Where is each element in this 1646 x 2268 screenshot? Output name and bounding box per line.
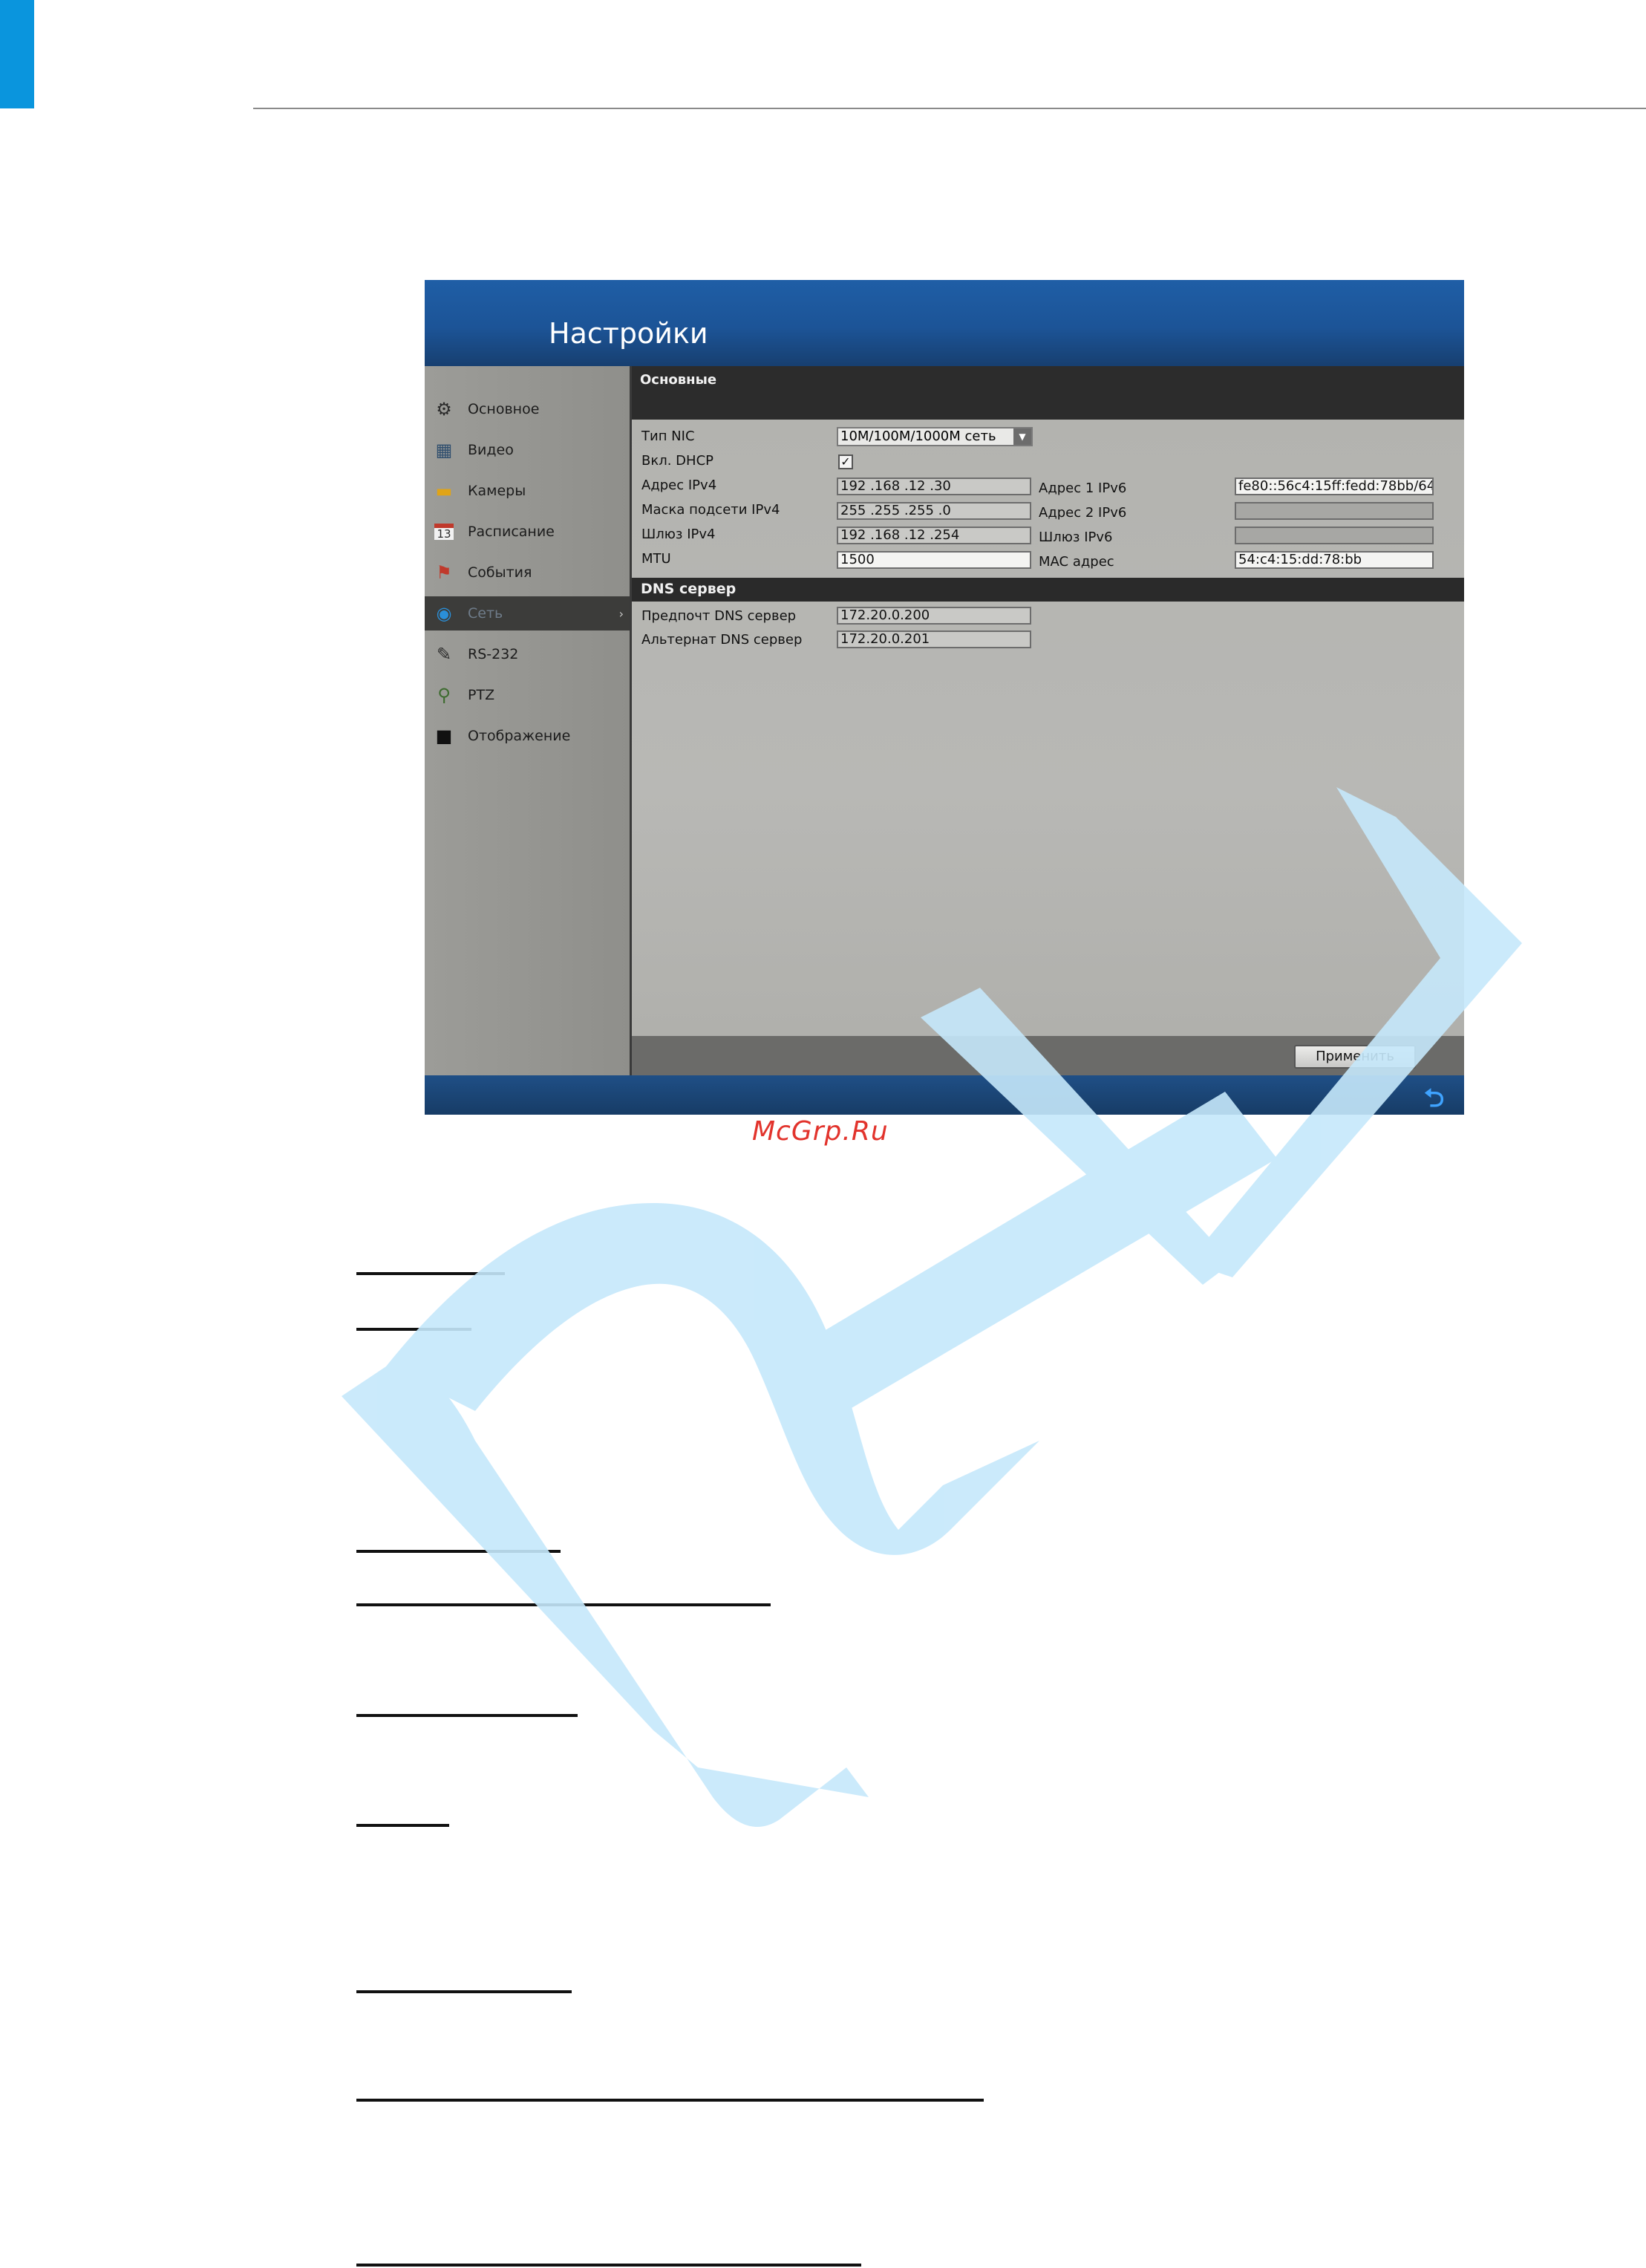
gateway-label: Шлюз IPv4	[641, 527, 716, 542]
sidebar-item-video[interactable]: ▦ Видео	[425, 433, 630, 467]
underline-rule	[356, 2264, 861, 2267]
ipv6-2-label: Адрес 2 IPv6	[1039, 505, 1127, 521]
calendar-icon: 13	[434, 524, 454, 541]
underline-rule	[356, 1272, 505, 1275]
sidebar-item-label: События	[468, 564, 532, 581]
underline-rule	[356, 1328, 471, 1331]
sidebar-item-label: Отображение	[468, 728, 571, 744]
ipv6-1-label: Адрес 1 IPv6	[1039, 480, 1127, 496]
sidebar-item-kamery[interactable]: ▬ Камеры	[425, 474, 630, 508]
ipv4-label: Адрес IPv4	[641, 478, 717, 493]
display-icon: ■	[435, 726, 453, 746]
dvr-settings-screenshot: Настройки ⚙ Основное ▦ Видео ▬ Камеры 13…	[425, 280, 1464, 1115]
screen-title: Настройки	[549, 317, 708, 350]
gateway-field[interactable]: 192 .168 .12 .254	[837, 527, 1031, 544]
ipv4-field[interactable]: 192 .168 .12 .30	[837, 478, 1031, 495]
sidebar-item-osnovnoe[interactable]: ⚙ Основное	[425, 392, 630, 426]
mask-field[interactable]: 255 .255 .255 .0	[837, 502, 1031, 520]
sidebar-item-label: Основное	[468, 401, 540, 417]
serial-port-icon: ✎	[436, 644, 452, 665]
apply-button[interactable]: Применить	[1294, 1045, 1416, 1069]
ptz-camera-icon: ⚲	[437, 685, 451, 706]
sidebar-item-sobytiya[interactable]: ⚑ События	[425, 555, 630, 590]
back-icon[interactable]: ⮌	[1424, 1081, 1444, 1115]
preferred-dns-label: Предпочт DNS сервер	[641, 608, 797, 624]
preferred-dns-field[interactable]: 172.20.0.200	[837, 607, 1031, 625]
underline-rule	[356, 1550, 561, 1553]
alternate-dns-label: Альтернат DNS сервер	[641, 632, 803, 648]
underline-rule	[356, 2099, 984, 2102]
sidebar-item-label: RS-232	[468, 646, 519, 662]
section-title: Основные	[640, 372, 717, 388]
folder-camera-icon: ▬	[435, 480, 453, 501]
screen-footer	[425, 1075, 1464, 1115]
nic-type-select[interactable]: 10M/100M/1000M сеть	[837, 427, 1033, 446]
sidebar-item-label: Камеры	[468, 483, 526, 499]
sidebar-item-label: Видео	[468, 442, 514, 458]
source-caption: McGrp.Ru	[752, 1116, 889, 1147]
nic-type-label: Тип NIC	[641, 428, 695, 444]
mtu-field[interactable]: 1500	[837, 551, 1031, 569]
monitor-icon: ▦	[435, 440, 453, 460]
mtu-label: MTU	[641, 551, 671, 567]
corner-tab	[0, 0, 34, 108]
gateway6-field[interactable]	[1235, 527, 1434, 544]
sidebar-item-label: Расписание	[468, 524, 555, 540]
dhcp-checkbox[interactable]: ✓	[838, 454, 853, 469]
underline-rule	[356, 1990, 572, 1993]
sidebar-item-ptz[interactable]: ⚲ PTZ	[425, 678, 630, 712]
flag-icon: ⚑	[436, 562, 452, 583]
globe-icon: ◉	[436, 603, 452, 624]
sidebar-item-raspisanie[interactable]: 13 Расписание	[425, 515, 630, 549]
underline-rule	[356, 1603, 771, 1606]
section-header-bar	[632, 366, 1464, 420]
sidebar-item-label: Сеть	[468, 605, 503, 622]
dns-section-title: DNS сервер	[641, 581, 737, 597]
mac-label: MAC адрес	[1039, 554, 1114, 570]
gear-icon: ⚙	[436, 399, 452, 420]
mac-field: 54:c4:15:dd:78:bb	[1235, 551, 1434, 569]
underline-rule	[356, 1824, 449, 1827]
gateway6-label: Шлюз IPv6	[1039, 529, 1113, 545]
underline-rule	[356, 1714, 578, 1717]
chevron-down-icon[interactable]: ▼	[1013, 428, 1031, 445]
dhcp-label: Вкл. DHCP	[641, 453, 713, 469]
ipv6-1-field[interactable]: fe80::56c4:15ff:fedd:78bb/64	[1235, 478, 1434, 495]
mask-label: Маска подсети IPv4	[641, 502, 780, 518]
sidebar-item-rs232[interactable]: ✎ RS-232	[425, 637, 630, 671]
alternate-dns-field[interactable]: 172.20.0.201	[837, 630, 1031, 648]
sidebar-item-set[interactable]: ◉ Сеть ›	[425, 596, 630, 630]
sidebar: ⚙ Основное ▦ Видео ▬ Камеры 13 Расписани…	[425, 366, 632, 1075]
sidebar-item-label: PTZ	[468, 687, 495, 703]
ipv6-2-field[interactable]	[1235, 502, 1434, 520]
dns-section-bar	[632, 578, 1464, 602]
sidebar-item-otobrazhenie[interactable]: ■ Отображение	[425, 719, 630, 753]
chevron-right-icon: ›	[618, 606, 624, 621]
top-rule	[253, 108, 1646, 109]
